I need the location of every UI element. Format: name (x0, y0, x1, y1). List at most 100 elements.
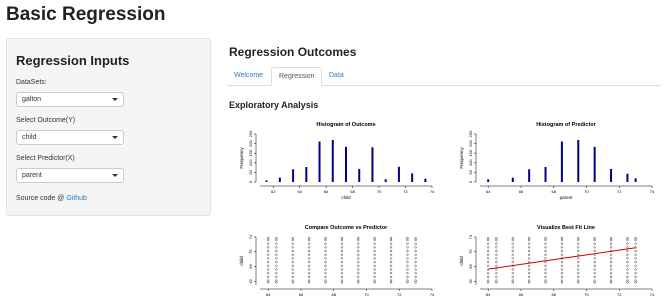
scatter-point (340, 249, 343, 253)
y-tick-label: 100 (248, 159, 253, 166)
scatter-point (308, 261, 311, 264)
scatter-point (577, 249, 580, 253)
scatter-point (528, 257, 531, 260)
scatter-point (495, 257, 498, 260)
scatter-point (414, 253, 417, 256)
scatter-point (626, 246, 629, 249)
scatter-point (544, 249, 547, 253)
sidebar-panel: Regression Inputs DataSets: galton Selec… (6, 38, 211, 216)
scatter-point (308, 249, 311, 253)
scatter-point (373, 246, 376, 249)
scatter-point (593, 272, 596, 275)
scatter-point (544, 264, 547, 267)
predictor-select[interactable]: parent (16, 168, 124, 183)
scatter-point (324, 253, 327, 256)
scatter-point (487, 253, 490, 256)
histogram-predictor-plot: Histogram of Predictor 0 50 100 150 200 250 Fre… (459, 122, 655, 200)
y-tick-label: 150 (248, 149, 253, 156)
histogram-bar (318, 141, 321, 182)
x-tick-label: 74 (430, 292, 435, 297)
histogram-bar (345, 146, 347, 182)
scatter-point (340, 237, 343, 240)
scatter-point (291, 261, 294, 264)
scatter-point (560, 237, 563, 240)
scatter-point (406, 257, 409, 260)
tab-regression[interactable]: Regression (271, 67, 323, 86)
scatter-point (275, 246, 278, 249)
scatter-point (389, 238, 393, 242)
scatter-point (291, 281, 294, 284)
scatter-point (577, 253, 580, 256)
scatter-point (487, 279, 490, 282)
scatter-point (267, 246, 270, 249)
scatter-point (528, 275, 531, 278)
scatter-point (593, 257, 596, 260)
chevron-down-icon (112, 98, 118, 101)
y-axis-label: Frequency (459, 147, 464, 169)
x-tick-label: 74 (650, 292, 655, 297)
scatter-point (626, 261, 629, 264)
scatter-point (577, 238, 580, 242)
scatter-point (487, 275, 490, 278)
scatter-point (275, 275, 278, 278)
y-tick-label: 70 (468, 249, 473, 254)
scatter-point (308, 275, 311, 278)
y-tick-label: 250 (468, 130, 473, 137)
scatter-point (634, 253, 637, 256)
scatter-point (340, 257, 343, 260)
sidebar-title: Regression Inputs (16, 53, 130, 68)
scatter-point (389, 261, 393, 264)
scatter-point (487, 257, 490, 260)
scatter-point (577, 237, 580, 240)
scatter-point (528, 242, 531, 245)
scatter-point (544, 275, 547, 278)
y-tick-label: 50 (248, 169, 253, 174)
scatter-point (389, 264, 393, 267)
scatter-point (487, 272, 490, 275)
scatter-point (267, 268, 270, 271)
scatter-point (634, 249, 637, 253)
scatter-point (544, 253, 547, 256)
scatter-point (626, 275, 629, 278)
x-tick-label: 72 (397, 292, 402, 297)
histogram-bar (384, 179, 387, 182)
github-link[interactable]: Github (66, 195, 87, 202)
scatter-point (291, 279, 294, 282)
scatter-point (267, 261, 270, 264)
histogram-bar (511, 177, 514, 182)
predictor-select-value: parent (22, 172, 42, 179)
scatter-point (406, 268, 409, 271)
tab-welcome[interactable]: Welcome (227, 67, 270, 85)
scatter-point (275, 257, 278, 260)
y-tick-label: 100 (468, 159, 473, 166)
scatter-point (544, 257, 547, 260)
scatter-point (593, 242, 596, 245)
tab-data[interactable]: Data (322, 67, 351, 85)
y-tick-label: 200 (248, 139, 253, 146)
chevron-down-icon (112, 136, 118, 139)
scatter-point (495, 237, 498, 240)
scatter-point (324, 275, 327, 278)
scatter-point (373, 257, 376, 260)
scatter-point (324, 246, 327, 249)
scatter-point (544, 237, 547, 240)
scatter-point (544, 279, 547, 282)
scatter-point (357, 272, 360, 275)
scatter-point (389, 246, 393, 249)
outcome-select[interactable]: child (16, 130, 124, 145)
histogram-bar (331, 139, 334, 182)
scatter-point (487, 242, 490, 245)
scatter-point (357, 268, 360, 271)
scatter-point (373, 249, 376, 253)
scatter-point (357, 249, 360, 253)
dataset-select[interactable]: galton (16, 92, 124, 107)
scatter-point (267, 264, 270, 267)
scatter-point (340, 264, 343, 267)
scatter-point (389, 281, 393, 284)
scatter-point (308, 238, 311, 242)
scatter-point (340, 242, 343, 245)
scatter-point (406, 261, 409, 264)
scatter-best-fit-plot: Visualize Best Fit Line 62 66 70 74 child 64 66… (459, 225, 655, 299)
x-tick-label: 70 (584, 189, 589, 194)
scatter-point (340, 272, 343, 275)
